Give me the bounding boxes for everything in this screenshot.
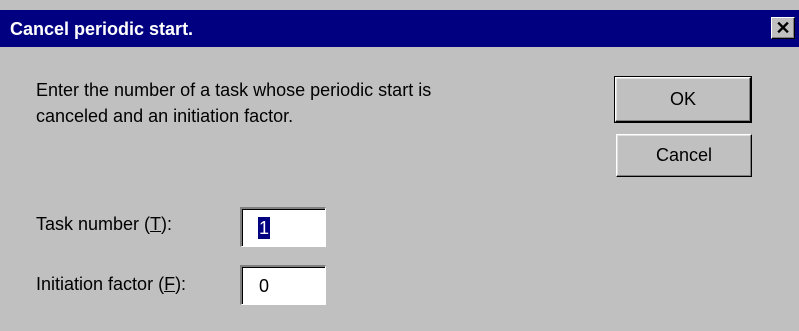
- initiation-factor-value: 0: [259, 276, 270, 296]
- instruction-text: Enter the number of a task whose periodi…: [36, 77, 596, 129]
- task-number-value: 1: [258, 217, 271, 239]
- ok-button[interactable]: OK: [614, 76, 752, 123]
- cancel-periodic-start-dialog: Cancel periodic start. ✕ Enter the numbe…: [0, 0, 799, 331]
- task-number-label: Task number (T):: [36, 213, 172, 235]
- instruction-line-2: canceled and an initiation factor.: [36, 106, 294, 126]
- task-number-label-start: Task number (: [36, 214, 151, 234]
- ok-button-label: OK: [669, 89, 696, 109]
- initiation-factor-mnemonic: F: [164, 274, 176, 294]
- initiation-factor-input[interactable]: 0: [240, 265, 326, 305]
- window-title: Cancel periodic start.: [10, 19, 194, 39]
- task-number-mnemonic: T: [150, 214, 162, 234]
- initiation-factor-label-end: ):: [175, 274, 187, 294]
- close-icon: ✕: [775, 18, 791, 38]
- cancel-button[interactable]: Cancel: [616, 134, 752, 177]
- cancel-button-label: Cancel: [655, 145, 713, 165]
- initiation-factor-label-start: Initiation factor (: [36, 274, 165, 294]
- initiation-factor-label: Initiation factor (F):: [36, 273, 186, 295]
- instruction-line-1: Enter the number of a task whose periodi…: [36, 80, 432, 100]
- task-number-label-end: ):: [161, 214, 173, 234]
- title-bar[interactable]: Cancel periodic start. ✕: [0, 10, 799, 47]
- task-number-input[interactable]: 1: [240, 207, 326, 247]
- close-button[interactable]: ✕: [771, 17, 795, 39]
